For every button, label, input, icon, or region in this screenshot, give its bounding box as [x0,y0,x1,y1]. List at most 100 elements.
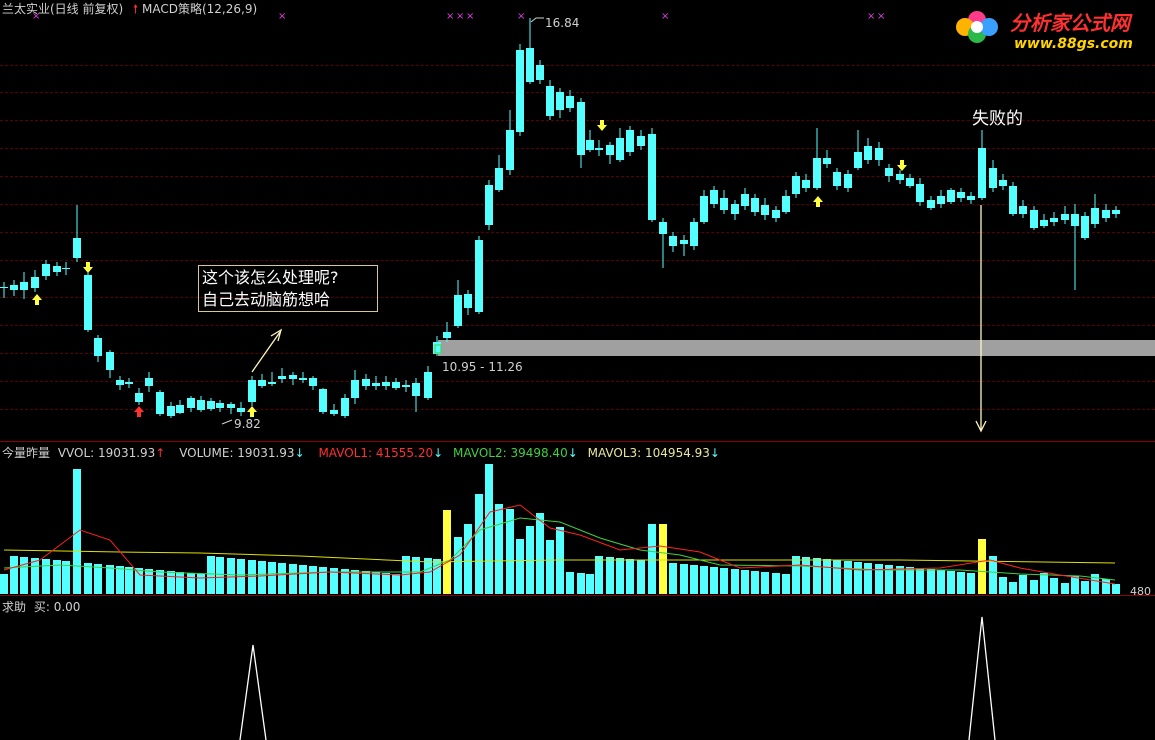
panel-separator [0,595,1155,596]
volume-bar [454,537,462,594]
volume-bar [216,557,224,594]
candle-body [443,332,451,338]
volume-bar [566,572,574,594]
marker-icon: × [517,11,525,22]
volume-bar [586,574,594,594]
volume-bar [782,574,790,594]
down-arrow-icon: ↓ [709,446,720,460]
annotation-line1: 这个该怎么处理呢? [202,268,339,287]
volume-bar [792,556,800,594]
signal-arrow-icon [813,196,823,207]
volume-bar [680,564,688,594]
candle-body [167,406,175,416]
volume-bar [927,569,935,594]
candle-body [772,210,780,218]
volume-bar [10,556,18,594]
volume-bar [999,577,1007,594]
candle-body [875,148,883,160]
candle-body [135,393,143,402]
volume-bar [495,504,503,594]
candle-body [278,376,286,379]
volume-bar [268,562,276,594]
candle-body [720,198,728,210]
volume-bar [606,557,614,594]
candle-body [947,190,955,202]
volume-scale-label: 480 [1130,585,1151,598]
volume-bar [475,494,483,594]
volume-bar [424,558,432,594]
candle-body [433,342,441,354]
volume-bar [1061,583,1069,594]
candle-body [864,146,872,160]
candle-body [412,383,420,396]
volume-bar [485,464,493,594]
volume-bar [309,566,317,594]
volume-bar [197,574,205,594]
candle-body [989,168,997,188]
candle-body [1091,208,1099,224]
candle-body [454,295,462,326]
volume-bar [710,567,718,594]
signal-arrow-icon [897,160,907,171]
signal-arrow-icon [247,406,257,417]
volume-bar [823,559,831,594]
candle-body [125,382,133,384]
volume-bar [176,572,184,594]
panel-separator [0,441,1155,442]
candle-body [854,152,862,168]
candle-body [595,148,603,150]
signal-header: 求助 买: 0.00 [2,598,80,615]
volume-bar [207,556,215,594]
candle-body [402,385,410,387]
candle-body [1112,210,1120,214]
volume-panel-title[interactable]: 今量昨量 [2,446,50,460]
candle-body [906,178,914,186]
candle-body [84,275,92,330]
candle-body [526,48,534,82]
volume-bar [577,573,585,594]
candle-body [690,222,698,246]
candle-body [464,294,472,308]
marker-icon: × [877,11,885,22]
volume-bar [1009,582,1017,594]
candle-body [710,190,718,204]
candle-body [156,392,164,414]
zone-range-label: 10.95 - 11.26 [442,360,523,374]
candle-body [1040,220,1048,226]
up-arrow-icon: ↑ [155,446,166,460]
candle-body [42,264,50,276]
candle-body [258,380,266,386]
volume-bar [854,562,862,594]
mavol3-value: MAVOL3: 104954.93 [587,446,710,460]
volume-bar [20,557,28,594]
candle-body [382,382,390,386]
candle-body [248,380,256,402]
candle-body [362,379,370,386]
signal-panel-title[interactable]: 求助 [2,600,26,614]
candle-body [94,338,102,356]
marker-icon: × [661,11,669,22]
candle-body [669,236,677,246]
volume-bar [690,565,698,594]
annotation-box: 这个该怎么处理呢? 自己去动脑筋想哈 [198,265,378,312]
volume-bar [864,563,872,594]
volume-bar [187,573,195,594]
volume-bar [392,574,400,594]
mavol1-value: MAVOL1: 41555.20 [318,446,434,460]
marker-icon: × [466,11,474,22]
candle-body [351,380,359,398]
volume-bar [947,571,955,594]
candle-body [802,180,810,188]
candle-body [197,400,205,410]
volume-bar [1071,576,1079,594]
candle-body [268,382,276,384]
candle-body [1050,218,1058,222]
volume-bar [916,568,924,594]
signal-arrow-icon [597,120,607,131]
failed-label: 失败的 [972,109,1023,129]
volume-bar [720,568,728,594]
volume-bar [875,564,883,594]
volume-bar [731,569,739,594]
candle-body [289,375,297,379]
candle-body [782,196,790,212]
